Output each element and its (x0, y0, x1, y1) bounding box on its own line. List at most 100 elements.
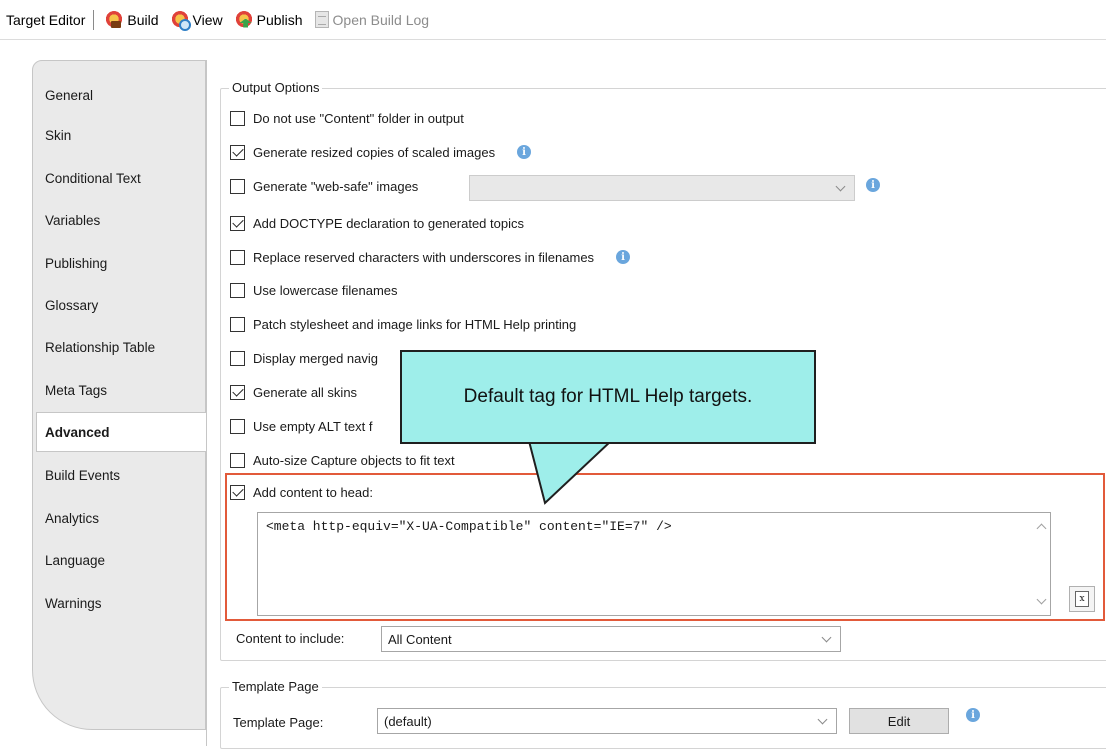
tab-label: Language (45, 552, 106, 568)
tab-meta-tags[interactable]: Meta Tags (45, 373, 205, 407)
option-add-content-to-head[interactable]: Add content to head: (230, 482, 373, 502)
option-label: Patch stylesheet and image links for HTM… (253, 316, 577, 332)
option-label: Auto-size Capture objects to fit text (253, 452, 455, 468)
option-patch-stylesheet[interactable]: Patch stylesheet and image links for HTM… (230, 314, 576, 334)
option-label: Generate resized copies of scaled images (253, 144, 496, 160)
open-build-log-label: Open Build Log (332, 11, 430, 28)
checkbox[interactable] (230, 418, 245, 434)
callout-text: Default tag for HTML Help targets. (463, 386, 753, 407)
scroll-up-icon[interactable] (1036, 523, 1047, 534)
tab-variables[interactable]: Variables (45, 203, 205, 237)
open-build-log-button[interactable]: Open Build Log (312, 11, 433, 28)
checkbox[interactable] (230, 178, 245, 194)
tab-label: Conditional Text (45, 170, 141, 186)
chevron-down-icon (821, 632, 832, 643)
option-empty-alt-text[interactable]: Use empty ALT text f (230, 416, 372, 436)
option-resized-images[interactable]: Generate resized copies of scaled images… (230, 142, 532, 162)
tab-label: Meta Tags (45, 382, 108, 398)
tab-general[interactable]: General (45, 78, 205, 112)
checkbox[interactable] (230, 282, 245, 298)
publish-label: Publish (256, 11, 303, 28)
toolbar-separator (93, 9, 95, 30)
edit-label: Edit (887, 713, 911, 729)
tab-skin[interactable]: Skin (45, 118, 205, 152)
view-label: View (192, 11, 223, 28)
checkbox[interactable] (230, 350, 245, 366)
option-add-doctype[interactable]: Add DOCTYPE declaration to generated top… (230, 213, 524, 233)
option-label: Add DOCTYPE declaration to generated top… (253, 215, 524, 231)
option-label: Add content to head: (253, 484, 373, 500)
checkbox[interactable] (230, 316, 245, 332)
option-label: Use lowercase filenames (253, 282, 398, 298)
checkbox[interactable] (230, 110, 245, 126)
view-icon (170, 10, 191, 31)
head-content-textarea[interactable]: <meta http-equiv="X-UA-Compatible" conte… (257, 512, 1051, 616)
publish-button[interactable]: Publish (232, 10, 306, 29)
output-options-title: Output Options (229, 80, 323, 95)
content-to-include-label: Content to include: (236, 631, 345, 646)
checkbox[interactable] (230, 384, 245, 400)
option-no-content-folder[interactable]: Do not use "Content" folder in output (230, 108, 464, 128)
build-button[interactable]: Build (102, 10, 161, 29)
build-log-icon (314, 11, 329, 28)
info-icon[interactable]: i (866, 178, 880, 192)
tab-label: Analytics (45, 510, 100, 526)
tab-relationship-table[interactable]: Relationship Table (45, 330, 205, 364)
expression-button[interactable]: x (1069, 586, 1095, 612)
template-page-label: Template Page: (233, 715, 324, 730)
tab-label: Skin (45, 127, 72, 143)
tab-label: Relationship Table (45, 339, 156, 355)
option-display-merged-navigation[interactable]: Display merged navig (230, 348, 378, 368)
chevron-down-icon (817, 714, 828, 725)
info-icon[interactable]: i (966, 708, 980, 722)
tab-language[interactable]: Language (45, 543, 205, 577)
tab-label: Advanced (45, 424, 110, 440)
tab-analytics[interactable]: Analytics (45, 501, 205, 535)
web-safe-format-select (469, 175, 855, 201)
select-value: All Content (388, 631, 452, 647)
option-generate-all-skins[interactable]: Generate all skins (230, 382, 357, 402)
checkbox[interactable] (230, 144, 245, 160)
scroll-down-icon[interactable] (1036, 594, 1047, 605)
edit-template-button[interactable]: Edit (849, 708, 949, 734)
build-icon (105, 10, 124, 29)
tab-build-events[interactable]: Build Events (45, 458, 205, 492)
checkbox[interactable] (230, 484, 245, 500)
head-content-text: <meta http-equiv="X-UA-Compatible" conte… (266, 519, 672, 534)
tab-advanced[interactable]: Advanced (36, 412, 207, 452)
select-value: (default) (384, 713, 432, 729)
callout: Default tag for HTML Help targets. (400, 350, 816, 444)
option-label: Use empty ALT text f (253, 418, 373, 434)
tab-warnings[interactable]: Warnings (45, 586, 205, 620)
callout-pointer (527, 441, 613, 505)
tab-label: General (45, 87, 94, 103)
template-page-title: Template Page (229, 679, 322, 694)
view-button[interactable]: View (168, 10, 226, 31)
tab-label: Warnings (45, 595, 102, 611)
tab-publishing[interactable]: Publishing (45, 246, 205, 280)
checkbox[interactable] (230, 215, 245, 231)
option-web-safe-images[interactable]: Generate "web-safe" images (230, 176, 418, 196)
option-label: Generate "web-safe" images (253, 178, 419, 194)
option-auto-size-capture[interactable]: Auto-size Capture objects to fit text (230, 450, 455, 470)
option-lowercase-filenames[interactable]: Use lowercase filenames (230, 280, 398, 300)
option-label: Generate all skins (253, 384, 358, 400)
tab-label: Glossary (45, 297, 99, 313)
option-label: Do not use "Content" folder in output (253, 110, 464, 126)
chevron-down-icon (835, 181, 846, 192)
tab-glossary[interactable]: Glossary (45, 288, 205, 322)
tab-label: Build Events (45, 467, 121, 483)
option-replace-reserved-chars[interactable]: Replace reserved characters with undersc… (230, 247, 631, 267)
template-page-select[interactable]: (default) (377, 708, 837, 734)
scrollbar[interactable] (1032, 513, 1050, 615)
info-icon[interactable]: i (616, 250, 631, 264)
content-to-include-select[interactable]: All Content (381, 626, 841, 652)
checkbox[interactable] (230, 249, 245, 265)
window-title: Target Editor (6, 11, 86, 28)
option-label: Replace reserved characters with undersc… (253, 249, 595, 265)
info-icon[interactable]: i (517, 145, 532, 159)
toolbar: Target Editor Build View Publish Open Bu… (0, 0, 1106, 40)
expression-icon: x (1075, 591, 1089, 607)
tab-conditional-text[interactable]: Conditional Text (45, 161, 205, 195)
checkbox[interactable] (230, 452, 245, 468)
